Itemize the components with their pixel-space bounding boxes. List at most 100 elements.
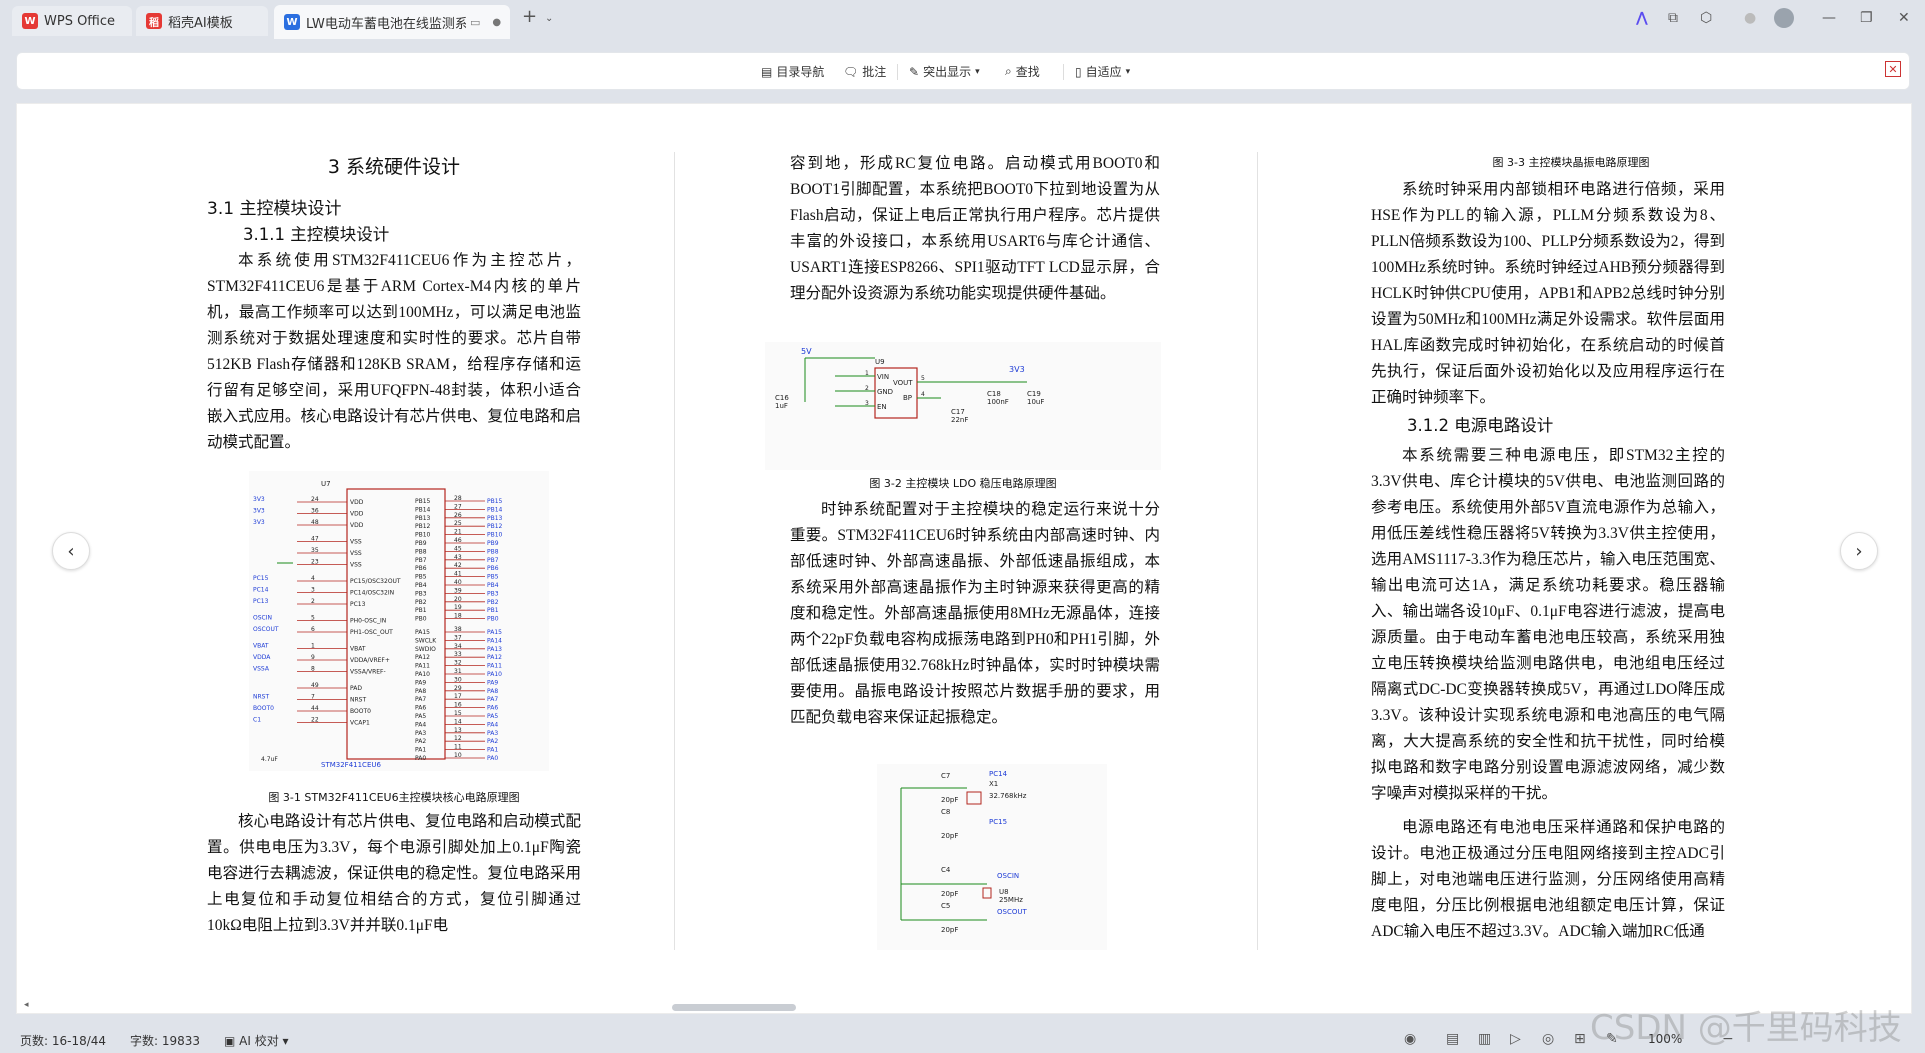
pin-name: PB12 bbox=[415, 523, 431, 530]
tab-wps-office[interactable]: W WPS Office bbox=[12, 6, 132, 36]
page-view-icon[interactable]: ▤ bbox=[1446, 1031, 1459, 1047]
pin-number: 2 bbox=[311, 598, 315, 605]
net-label-out: 3V3 bbox=[1009, 365, 1025, 374]
outline-view-icon[interactable]: ▥ bbox=[1478, 1031, 1491, 1047]
toc-label: 目录导航 bbox=[776, 65, 825, 79]
exit-reading-icon[interactable]: ✕ bbox=[1885, 61, 1901, 77]
toc-nav-button[interactable]: ▤ 目录导航 bbox=[761, 63, 824, 80]
play-icon[interactable]: ▷ bbox=[1510, 1031, 1521, 1047]
pin-name: VIN bbox=[877, 373, 889, 381]
layout-icon[interactable]: ⊞ bbox=[1574, 1031, 1586, 1047]
net-label: OSCIN bbox=[997, 872, 1019, 880]
pin-number: 47 bbox=[311, 536, 319, 543]
pin-number: 20 bbox=[454, 596, 462, 603]
ai-proofread-button[interactable]: ▣ AI 校对 ▾ bbox=[224, 1032, 289, 1049]
net-label: 3V3 bbox=[253, 519, 265, 526]
window-mode-icon[interactable]: ⧉ bbox=[1668, 10, 1678, 26]
pin-number: 42 bbox=[454, 562, 462, 569]
word-count[interactable]: 字数: 19833 bbox=[130, 1032, 200, 1049]
prev-page-button[interactable]: ‹ bbox=[52, 532, 90, 570]
net-label: PC15 bbox=[253, 575, 269, 582]
page-separator bbox=[674, 152, 675, 950]
net-label: PB4 bbox=[487, 582, 499, 589]
net-label: PB8 bbox=[487, 548, 499, 555]
pin-name: SWDIO bbox=[415, 646, 436, 653]
scroll-left-icon[interactable]: ◂ bbox=[24, 1000, 29, 1010]
tab-list-chevron-icon[interactable]: ⌄ bbox=[545, 13, 553, 24]
tab-label: LW电动车蓄电池在线监测系 bbox=[306, 16, 466, 32]
eye-icon[interactable]: ◉ bbox=[1404, 1031, 1416, 1047]
tab-docer[interactable]: 稻 稻壳AI模板 bbox=[136, 6, 268, 36]
pin-name: PB3 bbox=[415, 590, 427, 597]
cap-ref: C5 bbox=[941, 902, 950, 910]
cap-value: 20pF bbox=[941, 890, 958, 898]
net-label: PB5 bbox=[487, 574, 499, 581]
pin-name: PA6 bbox=[415, 705, 426, 712]
pin-number: 3 bbox=[311, 587, 315, 594]
pin-number: 24 bbox=[311, 496, 319, 503]
net-label: PA9 bbox=[487, 679, 498, 686]
pin-number: 32 bbox=[454, 660, 462, 667]
pin-number: 48 bbox=[311, 519, 319, 526]
pin-number: 25 bbox=[454, 520, 462, 527]
pin-name: VDD bbox=[350, 511, 364, 518]
close-window-icon[interactable]: ✕ bbox=[1898, 10, 1910, 26]
crystal-freq: 25MHz bbox=[999, 896, 1023, 904]
net-label: PB2 bbox=[487, 599, 499, 606]
pin-number: 39 bbox=[454, 587, 462, 594]
highlight-button[interactable]: ✎ 突出显示 ▾ bbox=[909, 63, 980, 80]
paragraph: 电源电路还有电池电压采样通路和保护电路的设计。电池正极通过分压电阻网络接到主控A… bbox=[1371, 819, 1725, 940]
net-label: PA1 bbox=[487, 747, 498, 754]
search-icon: ⌕ bbox=[1005, 64, 1012, 78]
web-view-icon[interactable]: ◎ bbox=[1542, 1031, 1554, 1047]
net-label: PB14 bbox=[487, 506, 503, 513]
net-label: 3V3 bbox=[253, 496, 265, 503]
monitor-icon[interactable]: ▭ bbox=[470, 16, 480, 29]
net-label: PA10 bbox=[487, 671, 502, 678]
comment-button[interactable]: 🗨 批注 bbox=[843, 63, 886, 80]
page-column-2: 容到地，形成RC复位电路。启动模式用BOOT0和BOOT1引脚配置，本系统把BO… bbox=[790, 151, 1160, 307]
cap-ref: C16 bbox=[775, 394, 789, 402]
find-button[interactable]: ⌕ 查找 bbox=[1005, 63, 1040, 80]
pin-name: PB14 bbox=[415, 506, 431, 513]
pin-number: 41 bbox=[454, 571, 462, 578]
minimize-icon[interactable]: — bbox=[1822, 10, 1836, 26]
pin-number: 12 bbox=[454, 735, 462, 742]
page-column-2-cont: 时钟系统配置对于主控模块的稳定运行来说十分重要。STM32F411CEU6时钟系… bbox=[790, 497, 1160, 731]
pin-number: 49 bbox=[311, 682, 319, 689]
figure-caption: 图 3-2 主控模块 LDO 稳压电路原理图 bbox=[869, 477, 1057, 490]
pin-number: 6 bbox=[311, 626, 315, 633]
cap-value: 20pF bbox=[941, 796, 958, 804]
ai-brand-icon[interactable]: ⋀ bbox=[1636, 10, 1648, 26]
pin-number: 23 bbox=[311, 559, 319, 566]
net-label: PA15 bbox=[487, 629, 502, 636]
net-label: OSCOUT bbox=[997, 908, 1027, 916]
cap-ref: C4 bbox=[941, 866, 951, 874]
net-label-in: 5V bbox=[801, 347, 812, 356]
net-label: PA8 bbox=[487, 688, 498, 695]
pin-name: PB5 bbox=[415, 574, 427, 581]
net-label: PB13 bbox=[487, 515, 503, 522]
fit-button[interactable]: ▯ 自适应 ▾ bbox=[1075, 63, 1130, 80]
net-label: PC14 bbox=[989, 770, 1008, 778]
pin-number: 33 bbox=[454, 651, 462, 658]
horizontal-scrollbar[interactable] bbox=[672, 1004, 796, 1011]
tab-close-dot-icon[interactable]: ● bbox=[492, 17, 501, 28]
new-tab-plus-icon[interactable]: + bbox=[522, 6, 537, 27]
tab-document[interactable]: W LW电动车蓄电池在线监测系 ▭ ● bbox=[274, 5, 510, 39]
avatar[interactable] bbox=[1774, 8, 1794, 28]
pin-name: PB10 bbox=[415, 532, 431, 539]
wps-logo-icon: W bbox=[22, 13, 38, 29]
net-label: VBAT bbox=[253, 643, 269, 650]
pin-number: 13 bbox=[454, 727, 462, 734]
cube-icon[interactable]: ⬡ bbox=[1700, 10, 1712, 26]
pin-name: PA15 bbox=[415, 629, 430, 636]
net-label: NRST bbox=[253, 694, 269, 701]
page-column-3: 系统时钟采用内部锁相环电路进行倍频，采用HSE作为PLL的输入源，PLLM分频系… bbox=[1371, 177, 1725, 945]
settings-circle-icon[interactable]: ● bbox=[1744, 10, 1756, 26]
subsection-heading: 3.1.2 电源电路设计 bbox=[1407, 416, 1554, 435]
figure-caption: 图 3-1 STM32F411CEU6主控模块核心电路原理图 bbox=[268, 791, 520, 804]
pin-name: VDDA/VREF+ bbox=[350, 657, 390, 664]
next-page-button[interactable]: › bbox=[1840, 532, 1878, 570]
restore-icon[interactable]: ❐ bbox=[1860, 10, 1873, 26]
